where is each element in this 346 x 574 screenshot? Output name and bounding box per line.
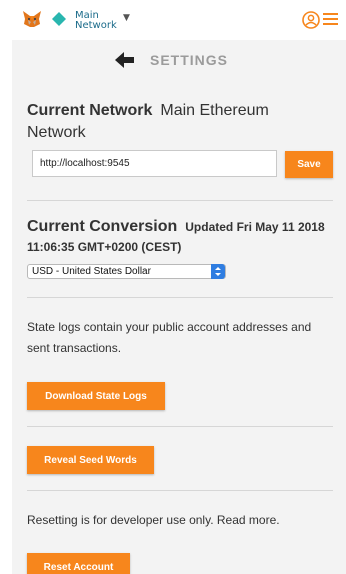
section-divider [27,426,333,427]
rpc-url-input[interactable] [32,150,277,177]
current-network-label: Current Network [27,102,153,119]
reveal-seed-words-button[interactable]: Reveal Seed Words [27,446,154,474]
chevron-down-icon[interactable]: ▼ [123,13,130,23]
current-conversion-heading: Current Conversion Updated Fri May 11 201… [27,217,327,257]
settings-panel: SETTINGS Current Network Main Ethereum Ne… [12,40,346,574]
account-switch-icon[interactable] [301,10,321,30]
current-conversion-label: Current Conversion [27,218,178,235]
hamburger-menu-icon[interactable] [322,11,339,27]
back-arrow-icon[interactable] [115,51,135,69]
section-divider [27,200,333,201]
network-status-icon[interactable] [52,12,66,26]
select-arrows-icon[interactable] [211,264,225,279]
currency-select[interactable]: USD - United States Dollar [27,264,226,279]
page-title: SETTINGS [150,52,229,68]
metamask-fox-icon[interactable] [22,10,42,28]
current-network-heading: Current Network Main Ethereum Network [27,100,327,144]
state-logs-description: State logs contain your public account a… [27,320,312,355]
section-divider [27,297,333,298]
reset-description: Resetting is for developer use only. Rea… [27,513,280,527]
section-divider [27,490,333,491]
save-button[interactable]: Save [285,151,333,178]
network-selector[interactable]: Main Network [75,11,117,31]
reset-account-button[interactable]: Reset Account [27,553,130,574]
currency-select-value: USD - United States Dollar [32,266,151,277]
download-state-logs-button[interactable]: Download State Logs [27,382,165,410]
network-name-line2: Network [75,20,117,31]
app-header: Main Network ▼ [0,0,346,40]
